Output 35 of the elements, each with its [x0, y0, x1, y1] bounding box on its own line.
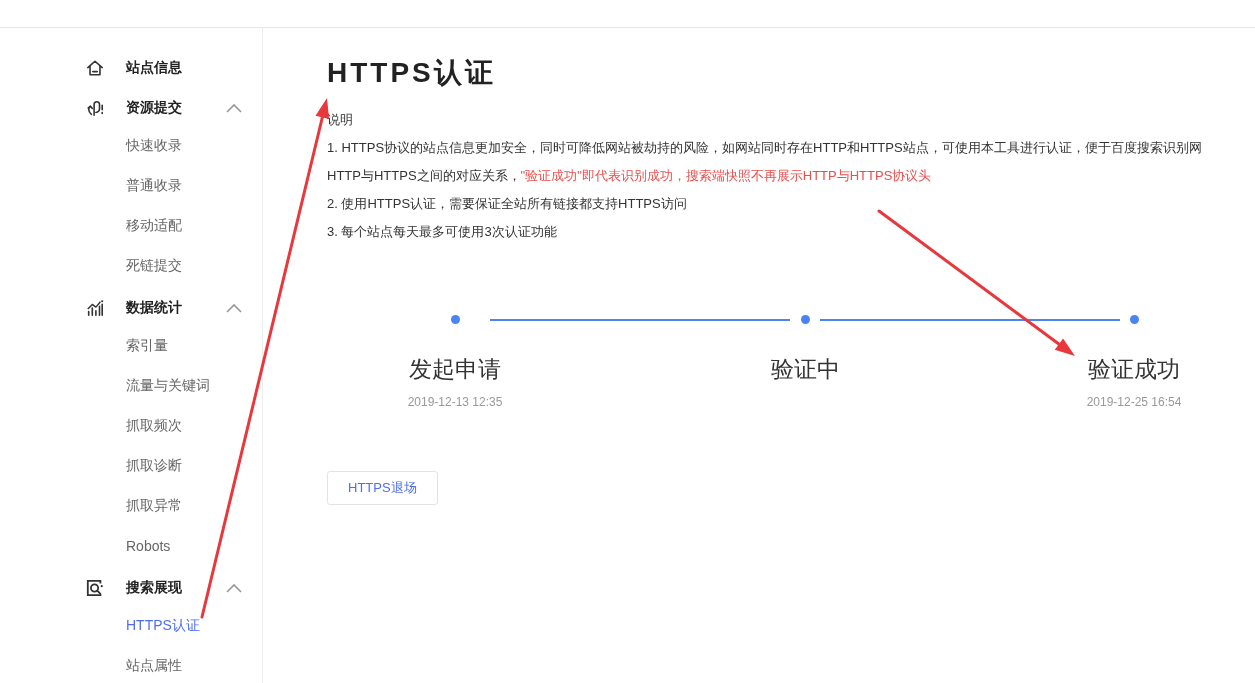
- chevron-up-icon[interactable]: [226, 583, 242, 593]
- https-exit-button[interactable]: HTTPS退场: [327, 471, 438, 505]
- sidebar-group-title[interactable]: 资源提交: [126, 99, 182, 117]
- sidebar-item[interactable]: 流量与关键词: [126, 377, 210, 395]
- home-icon: [86, 59, 104, 77]
- chevron-up-icon[interactable]: [226, 303, 242, 313]
- search-icon: [86, 579, 104, 597]
- sidebar-item[interactable]: 索引量: [126, 337, 168, 355]
- sidebar-item[interactable]: 站点属性: [126, 657, 182, 675]
- curved-arrow-icon: [86, 99, 104, 117]
- step-label: 验证成功: [1088, 355, 1180, 383]
- step-time: 2019-12-25 16:54: [1086, 394, 1182, 411]
- sidebar-item[interactable]: 死链提交: [126, 257, 182, 275]
- step-label: 验证中: [770, 355, 840, 383]
- note-text: 2. 使用HTTPS认证，需要保证全站所有链接都支持HTTPS访问: [327, 195, 688, 213]
- sidebar-item[interactable]: 普通收录: [126, 177, 182, 195]
- sidebar-group-title[interactable]: 搜索展现: [126, 579, 182, 597]
- note-text: 1. HTTPS协议的站点信息更加安全，同时可降低网站被劫持的风险，如网站同时存在HTTP和HTTPS站点，可使用本工具进行认证，便于百度搜索识别网: [327, 139, 1203, 157]
- bar-chart-icon: [86, 299, 104, 317]
- sidebar-item[interactable]: 抓取诊断: [126, 457, 182, 475]
- step-time: 2019-12-13 12:35: [407, 394, 503, 411]
- notes-heading: 说明: [327, 111, 354, 129]
- sidebar-item[interactable]: 移动适配: [126, 217, 182, 235]
- sidebar-item[interactable]: 抓取异常: [126, 497, 182, 515]
- sidebar-item[interactable]: Robots: [126, 538, 171, 554]
- sidebar-item[interactable]: 抓取频次: [126, 417, 182, 435]
- note-text: HTTP与HTTPS之间的对应关系，"验证成功"即代表识别成功，搜索端快照不再展示HTTP与HTTPS协议头: [327, 167, 933, 185]
- step-label: 发起申请: [409, 355, 501, 383]
- page-title: HTTPS认证: [327, 56, 497, 90]
- sidebar-group-title[interactable]: 数据统计: [126, 299, 182, 317]
- sidebar-link[interactable]: 站点信息: [126, 59, 182, 77]
- chevron-up-icon[interactable]: [226, 103, 242, 113]
- sidebar-item[interactable]: 快速收录: [126, 137, 182, 155]
- sidebar-item[interactable]: HTTPS认证: [126, 617, 200, 635]
- note-text: 3. 每个站点每天最多可使用3次认证功能: [327, 223, 558, 241]
